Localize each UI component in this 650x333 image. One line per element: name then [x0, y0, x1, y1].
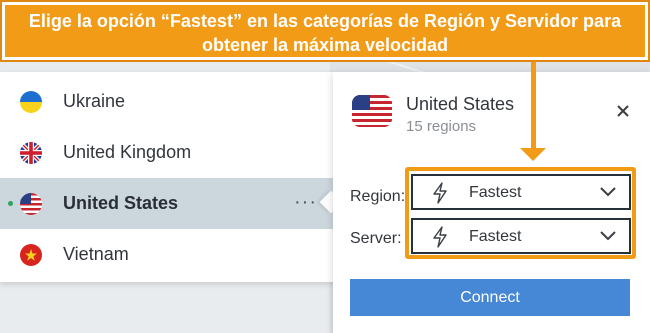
annotation-banner: Elige la opción “Fastest” en las categor…	[0, 0, 650, 62]
uk-flag-icon	[20, 141, 42, 164]
ukraine-flag-icon	[20, 90, 42, 113]
annotation-arrow	[531, 62, 536, 150]
vietnam-flag-icon	[20, 243, 42, 266]
close-icon[interactable]	[614, 102, 632, 120]
annotation-highlight-box	[405, 167, 636, 259]
country-row-ukraine[interactable]: Ukraine	[0, 76, 335, 127]
us-flag-icon	[352, 95, 392, 127]
online-indicator	[8, 201, 13, 206]
popup-title: United States	[406, 94, 515, 114]
country-row-vietnam[interactable]: Vietnam	[0, 229, 335, 280]
connect-button[interactable]: Connect	[350, 279, 630, 316]
country-name: Vietnam	[63, 244, 129, 264]
annotation-arrow-head	[520, 148, 546, 161]
server-label: Server:	[350, 230, 402, 247]
popup-subtitle: 15 regions	[406, 118, 477, 135]
us-flag-icon	[20, 192, 42, 215]
more-options-button[interactable]: ···	[294, 192, 317, 212]
country-name: United Kingdom	[63, 142, 192, 162]
country-list: Ukraine United Kingdom United States ···	[0, 72, 335, 282]
country-row-united-kingdom[interactable]: United Kingdom	[0, 127, 335, 178]
region-label: Region:	[350, 188, 406, 205]
country-row-united-states[interactable]: United States ···	[0, 178, 335, 229]
country-name: Ukraine	[63, 91, 126, 111]
country-name: United States	[63, 193, 179, 213]
